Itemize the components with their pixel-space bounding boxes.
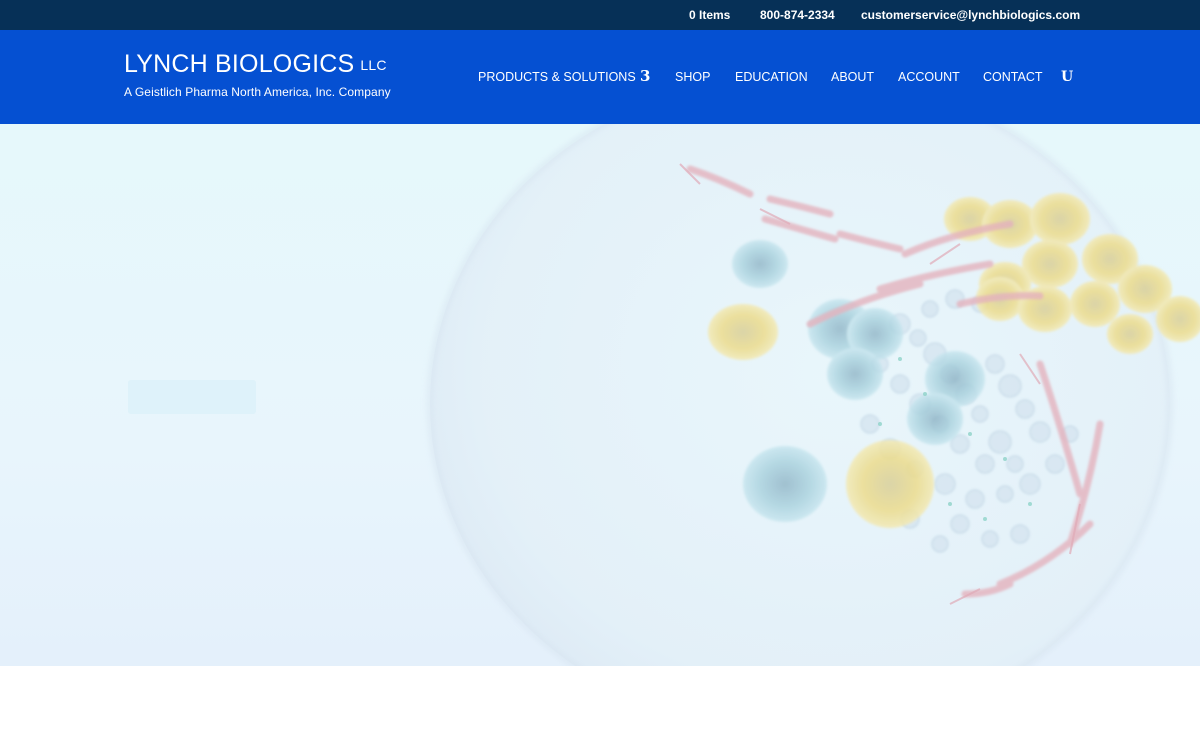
- nav-contact[interactable]: CONTACT: [983, 70, 1043, 84]
- chevron-down-icon[interactable]: 3: [640, 67, 650, 85]
- nav-about[interactable]: ABOUT: [831, 70, 874, 84]
- nav-education[interactable]: EDUCATION: [735, 70, 808, 84]
- top-bar: 0 Items 800-874-2334 customerservice@lyn…: [0, 0, 1200, 30]
- hero-banner: [0, 124, 1200, 666]
- cart-items-link[interactable]: 0 Items: [689, 8, 730, 22]
- site-logo[interactable]: LYNCH BIOLOGICS LLC A Geistlich Pharma No…: [124, 50, 391, 99]
- nav-shop[interactable]: SHOP: [675, 70, 710, 84]
- logo-suffix: LLC: [360, 57, 387, 73]
- email-link[interactable]: customerservice@lynchbiologics.com: [861, 8, 1080, 22]
- nav-account[interactable]: ACCOUNT: [898, 70, 960, 84]
- phone-link[interactable]: 800-874-2334: [760, 8, 835, 22]
- logo-name: LYNCH BIOLOGICS: [124, 50, 355, 78]
- main-header: LYNCH BIOLOGICS LLC A Geistlich Pharma No…: [0, 30, 1200, 124]
- page-bottom: [0, 666, 1200, 750]
- logo-tagline: A Geistlich Pharma North America, Inc. C…: [124, 85, 391, 99]
- shopping-cart-icon[interactable]: U: [1061, 69, 1073, 85]
- hero-faded-button: [128, 380, 256, 414]
- nav-products-solutions[interactable]: PRODUCTS & SOLUTIONS: [478, 70, 636, 84]
- logo-wordmark: LYNCH BIOLOGICS LLC: [124, 50, 391, 79]
